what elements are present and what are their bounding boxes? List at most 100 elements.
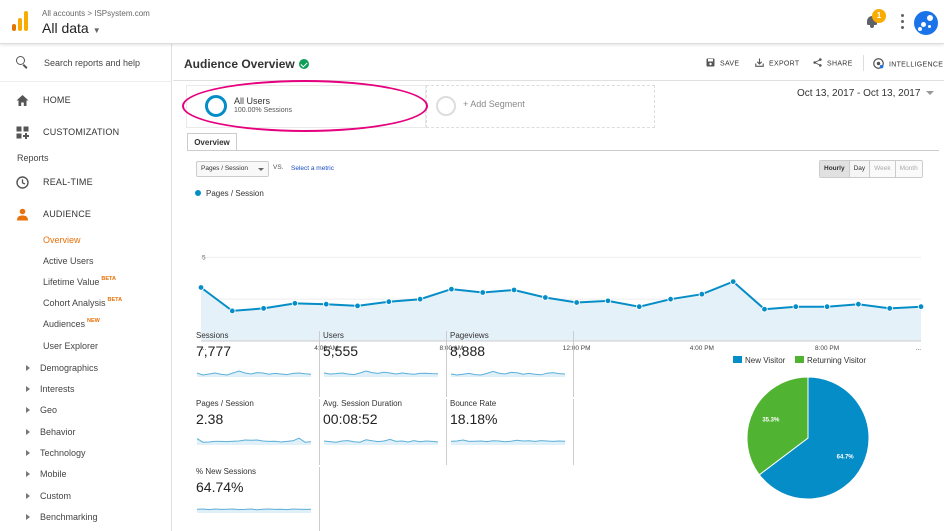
sidebar-group-demographics[interactable]: Demographics (26, 363, 98, 373)
metric-card-avg-session-duration[interactable]: Avg. Session Duration 00:08:52 (323, 399, 447, 465)
sidebar-subitem-overview[interactable]: Overview (43, 235, 81, 245)
account-avatar[interactable] (914, 11, 938, 35)
sidebar-subitem-user-explorer[interactable]: User Explorer (43, 341, 98, 351)
line-chart-legend: Pages / Session (195, 189, 264, 198)
metric-value: 7,777 (196, 343, 232, 359)
granularity-toggle: Hourly Day Week Month (819, 160, 923, 178)
metric-name: Avg. Session Duration (323, 399, 403, 408)
vs-label: VS. (273, 164, 284, 171)
more-options-icon[interactable] (901, 14, 905, 30)
sidebar-item-label: CUSTOMIZATION (43, 127, 120, 137)
search-icon (16, 56, 28, 69)
data-point[interactable] (354, 302, 361, 310)
data-point[interactable] (604, 297, 612, 305)
metric-dropdown[interactable]: Pages / Session (196, 161, 269, 177)
month-button[interactable]: Month (895, 161, 922, 177)
sidebar-subitem-cohort-analysis[interactable]: Cohort Analysis BETA (43, 297, 123, 308)
x-tick-label: 8:00 PM (815, 345, 839, 352)
metric-card-pages-session[interactable]: Pages / Session 2.38 (196, 399, 320, 465)
day-button[interactable]: Day (849, 161, 871, 177)
metric-card-users[interactable]: Users 5,555 (323, 331, 447, 397)
beta-badge: BETA (107, 297, 123, 303)
data-point[interactable] (573, 299, 580, 306)
data-point[interactable] (479, 289, 486, 296)
sidebar-item-realtime[interactable]: REAL-TIME (0, 168, 171, 196)
pie-legend-new-visitor[interactable]: New Visitor (733, 356, 785, 365)
metric-value: 00:08:52 (323, 411, 378, 427)
metric-value: 64.74% (196, 479, 244, 495)
data-point[interactable] (823, 303, 831, 310)
sidebar: Search reports and help HOME CUSTOMIZATI… (0, 44, 172, 531)
sidebar-group-custom[interactable]: Custom (26, 491, 71, 501)
metric-name: Pageviews (450, 331, 489, 340)
sidebar-subitem-active-users[interactable]: Active Users (43, 256, 94, 266)
metric-sparkline (450, 370, 566, 377)
legend-label: New Visitor (745, 356, 786, 365)
intelligence-button[interactable]: INTELLIGENCE (873, 58, 943, 70)
visitor-type-pie-chart[interactable]: 64.7% 35.3% (743, 373, 873, 503)
legend-label: Returning Visitor (807, 356, 866, 365)
add-segment-button[interactable]: + Add Segment (426, 85, 655, 128)
metric-name: Sessions (196, 331, 229, 340)
data-point[interactable] (917, 303, 925, 310)
sidebar-group-mobile[interactable]: Mobile (26, 469, 67, 479)
search-input[interactable]: Search reports and help (44, 58, 140, 68)
data-point[interactable] (698, 290, 706, 298)
group-label: Demographics (40, 363, 99, 373)
data-point[interactable] (886, 305, 893, 312)
share-button[interactable]: SHARE (813, 58, 853, 68)
metric-card-pageviews[interactable]: Pageviews 8,888 (450, 331, 574, 397)
data-point[interactable] (729, 278, 737, 285)
sidebar-group-geo[interactable]: Geo (26, 405, 57, 415)
data-point[interactable] (636, 303, 643, 310)
data-point[interactable] (855, 301, 862, 308)
sidebar-group-benchmarking[interactable]: Benchmarking (26, 512, 98, 522)
analytics-logo-icon[interactable] (12, 11, 28, 31)
page-title-text: Audience Overview (184, 57, 295, 71)
chevron-down-icon (258, 168, 264, 171)
data-point[interactable] (792, 303, 799, 310)
export-button[interactable]: EXPORT (755, 58, 799, 68)
sidebar-subitem-lifetime-value[interactable]: Lifetime Value BETA (43, 276, 116, 287)
account-breadcrumb[interactable]: All accounts > ISPsystem.com (42, 9, 150, 18)
expand-arrow-icon (26, 470, 30, 477)
metric-card-new-sessions[interactable]: % New Sessions 64.74% (196, 467, 320, 531)
sidebar-item-home[interactable]: HOME (0, 86, 171, 114)
chevron-down-icon (926, 91, 935, 96)
tab-overview[interactable]: Overview (187, 133, 237, 151)
clock-icon (16, 176, 29, 189)
data-point[interactable] (510, 286, 518, 294)
person-icon (17, 208, 28, 221)
data-point[interactable] (323, 301, 330, 308)
sidebar-item-customization[interactable]: CUSTOMIZATION (0, 118, 171, 146)
week-button[interactable]: Week (870, 161, 896, 177)
x-tick-label: ... (916, 345, 922, 352)
hourly-button[interactable]: Hourly (820, 161, 850, 177)
data-point[interactable] (542, 294, 549, 301)
sidebar-item-audience[interactable]: AUDIENCE (0, 200, 171, 228)
metric-card-bounce-rate[interactable]: Bounce Rate 18.18% (450, 399, 574, 465)
data-point[interactable] (416, 295, 424, 303)
metric-name: Users (323, 331, 344, 340)
data-point[interactable] (448, 285, 455, 293)
data-point[interactable] (667, 295, 674, 303)
data-point[interactable] (229, 307, 236, 315)
data-point[interactable] (761, 306, 768, 313)
data-point[interactable] (197, 284, 205, 291)
data-point[interactable] (291, 300, 299, 307)
metric-card-sessions[interactable]: Sessions 7,777 (196, 331, 320, 397)
data-point[interactable] (385, 298, 393, 305)
select-metric-link[interactable]: Select a metric (291, 165, 334, 172)
sidebar-subitem-audiences[interactable]: Audiences NEW (43, 318, 100, 329)
sidebar-group-technology[interactable]: Technology (26, 448, 86, 458)
sidebar-group-behavior[interactable]: Behavior (26, 427, 76, 437)
metric-name: % New Sessions (196, 467, 257, 476)
pie-legend-returning-visitor[interactable]: Returning Visitor (795, 356, 866, 365)
data-point[interactable] (260, 305, 267, 312)
group-label: Technology (40, 448, 86, 458)
save-button[interactable]: SAVE (706, 58, 739, 68)
date-range-picker[interactable]: Oct 13, 2017 - Oct 13, 2017 (797, 88, 935, 99)
sidebar-search[interactable]: Search reports and help (0, 44, 171, 82)
view-selector[interactable]: All data ▼ (42, 20, 101, 36)
sidebar-group-interests[interactable]: Interests (26, 384, 75, 394)
